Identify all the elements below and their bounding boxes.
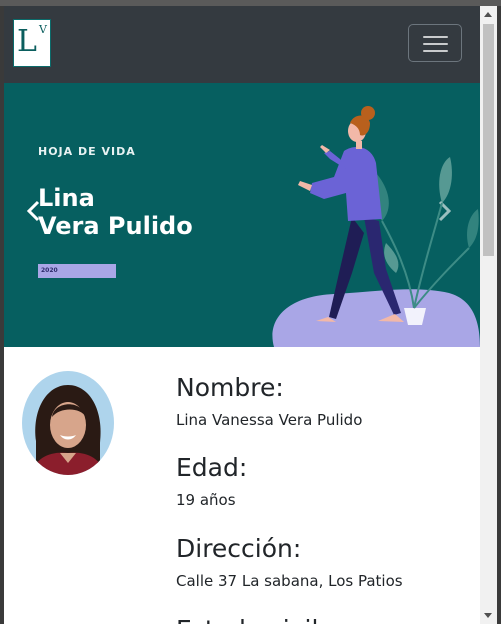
hero-kicker: HOJA DE VIDA <box>38 145 136 158</box>
profile-photo <box>22 371 114 475</box>
hero-name-line1: Lina <box>38 184 95 212</box>
page-viewport: L V HOJA DE VIDA Lina Vera Pulido 2020 N… <box>4 6 480 624</box>
year-badge: 2020 <box>38 264 116 278</box>
brand-logo[interactable]: L V <box>13 19 51 67</box>
chevron-left-icon <box>26 200 40 222</box>
window-right-border <box>497 6 501 624</box>
hero-carousel: HOJA DE VIDA Lina Vera Pulido 2020 <box>4 83 480 347</box>
field-value-edad: 19 años <box>176 491 236 509</box>
scroll-up-icon[interactable] <box>484 12 492 17</box>
field-value-nombre: Lina Vanessa Vera Pulido <box>176 411 363 429</box>
field-label-estado-civil: Estado civil: <box>176 615 327 624</box>
logo-letter-v: V <box>39 23 47 36</box>
logo-letter-l: L <box>17 24 37 59</box>
hero-title: Lina Vera Pulido <box>38 184 193 240</box>
hero-illustration <box>272 106 480 347</box>
field-label-edad: Edad: <box>176 453 248 482</box>
field-value-direccion: Calle 37 La sabana, Los Patios <box>176 572 403 590</box>
field-label-nombre: Nombre: <box>176 373 284 402</box>
vertical-scrollbar[interactable] <box>480 6 497 624</box>
hero-name-line2: Vera Pulido <box>38 212 193 240</box>
hamburger-icon <box>423 43 448 45</box>
carousel-prev-button[interactable] <box>24 197 44 225</box>
scroll-down-icon[interactable] <box>484 613 492 618</box>
scrollbar-thumb[interactable] <box>483 24 494 256</box>
profile-section: Nombre: Lina Vanessa Vera Pulido Edad: 1… <box>4 347 480 624</box>
hamburger-icon <box>423 36 448 38</box>
profile-avatar-image <box>22 371 114 475</box>
navbar-toggler-button[interactable] <box>408 24 462 62</box>
navbar: L V <box>4 6 480 83</box>
hamburger-icon <box>423 50 448 52</box>
field-label-direccion: Dirección: <box>176 534 302 563</box>
